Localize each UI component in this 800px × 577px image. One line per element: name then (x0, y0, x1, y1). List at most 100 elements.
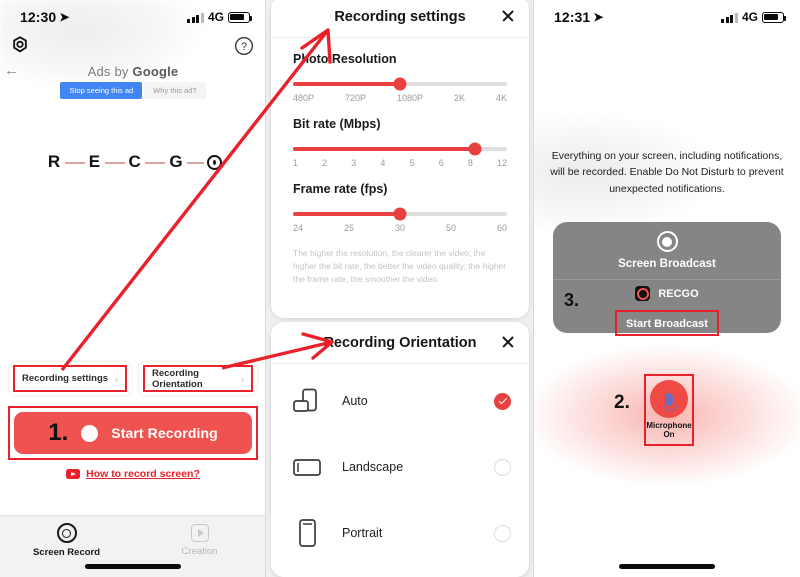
video-play-icon (190, 524, 209, 542)
right-phone-panel: 12:31 ➤ 4G Everything on your screen, in… (534, 0, 800, 577)
photo-resolution-label: Photo Resolution (293, 52, 397, 66)
broadcast-record-icon (656, 231, 678, 252)
how-to-record-link[interactable]: How to record screen? (0, 468, 266, 480)
recgo-target-icon (207, 154, 223, 170)
status-time: 12:30 (20, 9, 57, 25)
middle-phone-panel: Recording settings Photo Resolution 480P… (266, 0, 534, 577)
why-this-ad-button[interactable]: Why this ad? (144, 82, 206, 99)
recording-settings-sheet: Recording settings Photo Resolution 480P… (271, 0, 529, 318)
status-time: 12:31 (554, 9, 591, 25)
photo-resolution-slider[interactable] (293, 77, 507, 91)
panel-divider-right (533, 0, 534, 577)
screen-broadcast-header: Screen Broadcast (553, 222, 781, 280)
youtube-icon (66, 469, 81, 479)
location-arrow-icon: ➤ (593, 10, 604, 24)
recording-orientation-card[interactable]: Recording Orientation › (139, 362, 257, 395)
bit-rate-group: Bit rate (Mbps) 1 2 3 4 5 6 8 12 (271, 103, 529, 168)
photo-resolution-fill (293, 82, 400, 86)
bit-rate-knob[interactable] (468, 142, 482, 156)
orientation-landscape-label: Landscape (342, 460, 404, 474)
broadcast-app-name: RECGO (658, 287, 699, 300)
svg-text:?: ? (241, 41, 247, 53)
landscape-phone-icon (289, 453, 325, 481)
chevron-right-icon: › (241, 373, 244, 384)
photo-resolution-knob[interactable] (393, 77, 407, 91)
orientation-portrait-radio[interactable] (494, 524, 511, 542)
tick-label: 720P (345, 93, 367, 103)
step-number-2: 2. (614, 392, 630, 413)
network-type: 4G (207, 10, 224, 24)
tick-label: 2K (454, 93, 466, 103)
stop-seeing-ad-button[interactable]: Stop seeing this ad (60, 82, 143, 99)
bit-rate-slider[interactable] (293, 142, 507, 156)
gear-icon[interactable] (10, 36, 30, 56)
recording-option-row: Recording settings › Recording Orientati… (9, 362, 257, 395)
orientation-landscape-radio[interactable] (494, 458, 511, 476)
left-phone-panel: 12:30 ➤ 4G ? ← Ads by Google Stop seeing… (0, 0, 266, 577)
status-indicators: 4G (187, 10, 253, 24)
chevron-right-icon: › (115, 373, 118, 384)
microphone-toggle[interactable]: Microphone On (644, 374, 694, 446)
recording-settings-note: The higher the resolution, the clearer t… (293, 248, 507, 285)
bit-rate-label: Bit rate (Mbps) (293, 117, 381, 131)
record-dot-icon (81, 424, 99, 442)
bit-rate-fill (293, 147, 475, 151)
logo-letter-r: R (43, 152, 65, 172)
ads-by-google-label: Ads by Google (0, 64, 266, 79)
orientation-auto-radio[interactable] (494, 392, 511, 410)
tick-label: 4 (380, 158, 386, 168)
start-broadcast-button[interactable]: Start Broadcast (615, 310, 719, 336)
screen-broadcast-card: Screen Broadcast RECGO 3. Start Broadcas… (553, 222, 781, 336)
auto-rotate-icon (289, 387, 325, 415)
ad-button-row: Stop seeing this ad Why this ad? (0, 82, 266, 99)
frame-rate-fill (293, 212, 400, 216)
logo-letters: R E C G (43, 152, 223, 172)
home-indicator (619, 564, 715, 569)
recording-orientation-sheet: Recording Orientation Auto Landscape Por… (271, 322, 529, 577)
google-brand: Google (132, 64, 179, 79)
left-top-icon-row: ? (0, 36, 266, 64)
bit-rate-ticks: 1 2 3 4 5 6 8 12 (293, 158, 507, 168)
orientation-option-list: Auto Landscape Portrait (271, 364, 529, 566)
frame-rate-ticks: 24 25 30 50 60 (293, 223, 507, 233)
screenshot-root: 12:30 ➤ 4G ? ← Ads by Google Stop seeing… (0, 0, 800, 577)
frame-rate-slider[interactable] (293, 207, 507, 221)
orientation-option-auto[interactable]: Auto (271, 368, 529, 434)
orientation-option-portrait[interactable]: Portrait (271, 500, 529, 566)
recording-settings-card[interactable]: Recording settings › (9, 362, 131, 395)
logo-letter-c: C (124, 152, 146, 172)
photo-resolution-ticks: 480P 720P 1080P 2K 4K (293, 93, 507, 103)
close-icon[interactable] (501, 9, 515, 23)
bottom-tab-bar: Screen Record Creation (0, 515, 266, 577)
microphone-icon (650, 380, 688, 418)
start-broadcast-label: Start Broadcast (626, 318, 708, 330)
step-number-1: 1. (48, 419, 69, 446)
recgo-app-icon (635, 286, 651, 301)
tick-label: 12 (496, 158, 507, 168)
start-recording-highlight: 1. Start Recording (8, 406, 258, 460)
recording-notice-text: Everything on your screen, including not… (550, 150, 784, 195)
close-icon[interactable] (501, 335, 515, 349)
status-time-group: 12:31 ➤ (554, 9, 603, 25)
tick-label: 6 (438, 158, 444, 168)
tick-label: 3 (351, 158, 357, 168)
broadcast-app-row: RECGO (553, 286, 781, 301)
orientation-option-landscape[interactable]: Landscape (271, 434, 529, 500)
recgo-logo: R E C G (0, 152, 266, 172)
tab-creation-label: Creation (181, 546, 218, 557)
tab-screen-record-label: Screen Record (32, 547, 101, 558)
orientation-portrait-label: Portrait (342, 526, 383, 540)
logo-letter-e: E (84, 152, 105, 172)
help-icon[interactable]: ? (234, 36, 254, 56)
recording-orientation-highlight: Recording Orientation › (143, 365, 253, 392)
recording-settings-title: Recording settings (334, 8, 466, 25)
portrait-phone-icon (289, 519, 325, 547)
tick-label: 8 (467, 158, 473, 168)
start-recording-button[interactable]: 1. Start Recording (14, 412, 252, 454)
tick-label: 50 (445, 223, 456, 233)
recording-settings-header: Recording settings (271, 0, 529, 38)
tick-label: 4K (495, 93, 507, 103)
home-indicator (85, 564, 181, 569)
frame-rate-knob[interactable] (393, 207, 407, 221)
ads-by-text: Ads by (87, 64, 133, 79)
